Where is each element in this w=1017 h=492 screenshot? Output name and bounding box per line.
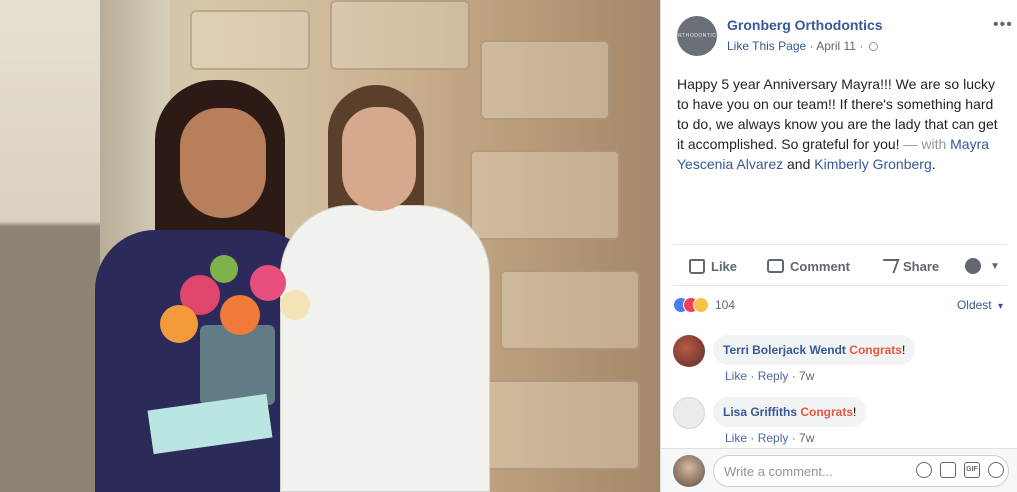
gif-icon[interactable]: GIF (964, 462, 980, 478)
comment-age[interactable]: 7w (799, 431, 814, 445)
post-date[interactable]: April 11 (816, 39, 856, 53)
avatar-logo-text: ORTHODONTICS (673, 33, 721, 39)
speech-bubble-icon (767, 259, 784, 273)
globe-icon (868, 42, 878, 51)
comment-sort-dropdown[interactable]: Oldest ▾ (957, 298, 1003, 312)
comment-composer: Write a comment... GIF (661, 448, 1017, 492)
sticker-icon[interactable] (988, 462, 1004, 478)
page-name-link[interactable]: Gronberg Orthodontics (727, 17, 883, 33)
comment-sort-label: Oldest (956, 298, 992, 312)
comment-bubble: Terri Bolerjack Wendt Congrats! (713, 335, 916, 365)
camera-icon[interactable] (940, 462, 956, 478)
emoji-icon[interactable] (916, 462, 932, 478)
comment-text: Congrats (800, 405, 854, 419)
profile-avatar-icon (965, 258, 981, 274)
chevron-down-icon: ▾ (997, 301, 1003, 312)
comment-like-link[interactable]: Like (725, 369, 747, 383)
comment-actions: Like · Reply · 7w (725, 431, 815, 445)
photo-stone (190, 10, 310, 70)
comment-like-link[interactable]: Like (725, 431, 747, 445)
comment-author-link[interactable]: Terri Bolerjack Wendt (723, 343, 846, 357)
commenter-avatar[interactable] (673, 397, 705, 429)
photo-floor (0, 240, 110, 492)
like-this-page-link[interactable]: Like This Page (727, 39, 806, 53)
reaction-count[interactable]: 104 (715, 298, 735, 312)
chevron-down-icon: ▼ (990, 260, 1000, 272)
commenter-avatar[interactable] (673, 335, 705, 367)
post-photo[interactable] (0, 0, 660, 492)
thumbs-up-icon (689, 258, 705, 274)
reactions-bar: 104 Oldest ▾ (673, 296, 1007, 316)
post-panel: ORTHODONTICS Gronberg Orthodontics Like … (660, 0, 1017, 492)
share-arrow-icon (878, 259, 900, 273)
wow-reaction-icon[interactable] (693, 297, 709, 313)
post-actions: Like Comment Share ▼ (673, 244, 1007, 286)
page-avatar[interactable]: ORTHODONTICS (673, 16, 721, 56)
photo-flowers (140, 255, 330, 345)
period: . (931, 156, 936, 172)
comment-label: Comment (790, 258, 850, 274)
comment-reply-link[interactable]: Reply (758, 431, 789, 445)
comment-age[interactable]: 7w (799, 369, 814, 383)
share-label: Share (903, 258, 940, 274)
photo-stone (330, 0, 470, 70)
post-meta: Like This Page · April 11 · (727, 39, 878, 53)
composer-icons: GIF (916, 462, 1004, 478)
like-button[interactable]: Like (689, 245, 737, 287)
comment-bubble: Lisa Griffiths Congrats! (713, 397, 867, 427)
and-label: and (783, 156, 815, 172)
post-as-selector[interactable]: ▼ (965, 245, 1000, 287)
comment-author-link[interactable]: Lisa Griffiths (723, 405, 797, 419)
comment-suffix: ! (901, 343, 906, 357)
tag-kimberly-link[interactable]: Kimberly Gronberg (814, 156, 932, 172)
comment-actions: Like · Reply · 7w (725, 369, 815, 383)
comment-suffix: ! (853, 405, 857, 419)
post-text: Happy 5 year Anniversary Mayra!!! We are… (677, 74, 1007, 174)
comment-input-placeholder: Write a comment... (724, 464, 833, 479)
with-label: — with (899, 136, 951, 152)
more-options-icon[interactable]: ••• (993, 16, 1013, 34)
comment-button[interactable]: Comment (767, 245, 850, 287)
comment-reply-link[interactable]: Reply (758, 369, 789, 383)
like-label: Like (711, 258, 738, 274)
post-header: ORTHODONTICS Gronberg Orthodontics Like … (673, 14, 1012, 58)
photo-viewer: ORTHODONTICS Gronberg Orthodontics Like … (0, 0, 1017, 492)
comment-text: Congrats (849, 343, 902, 357)
share-button[interactable]: Share (878, 245, 940, 287)
current-user-avatar (673, 455, 705, 487)
